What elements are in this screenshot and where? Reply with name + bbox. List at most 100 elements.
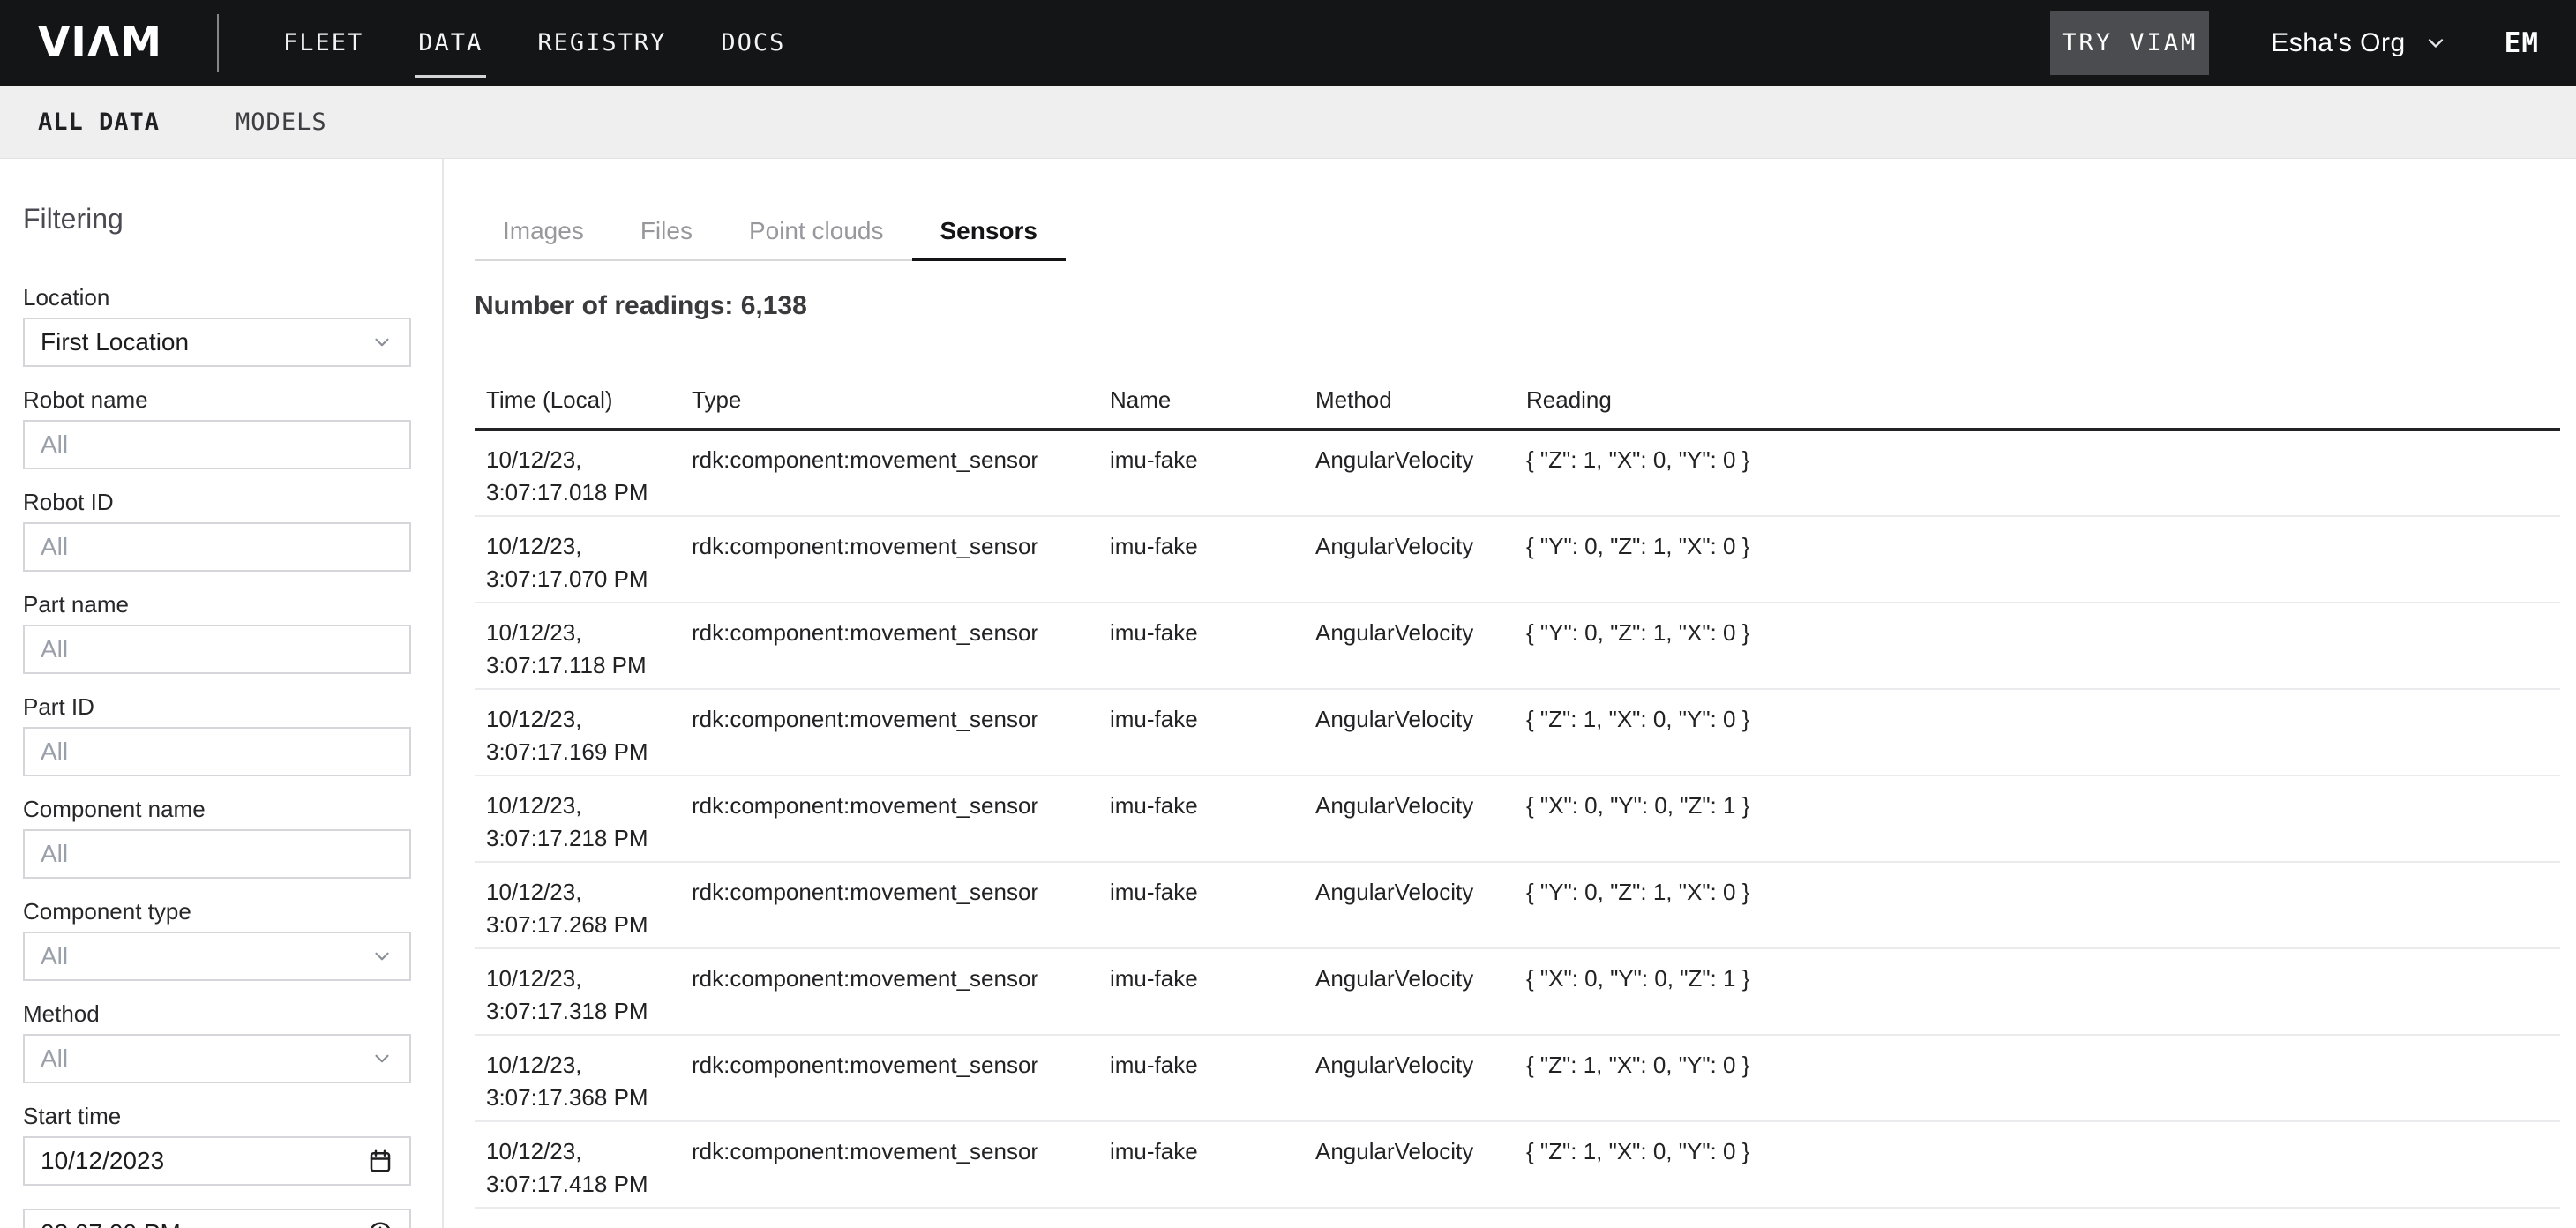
nav-item-registry[interactable]: REGISTRY [537,24,666,62]
data-type-tabs: Images Files Point clouds Sensors [475,191,1066,261]
chevron-down-icon [371,945,393,968]
cell-time: 10/12/23,3:07:17.169 PM [486,703,692,768]
primary-nav: FLEET DATA REGISTRY DOCS [283,24,785,62]
cell-method: AngularVelocity [1315,703,1526,736]
cell-method: AngularVelocity [1315,876,1526,909]
cell-name: imu-fake [1110,790,1315,822]
tab-images[interactable]: Images [475,191,612,259]
calendar-icon[interactable] [367,1148,393,1174]
component-type-label: Component type [23,898,411,925]
table-row: 10/12/23,3:07:17.018 PM rdk:component:mo… [475,431,2560,517]
cell-time: 10/12/23,3:07:17.418 PM [486,1135,692,1201]
robot-name-label: Robot name [23,386,411,413]
org-name: Esha's Org [2271,28,2405,58]
column-header-time: Time (Local) [486,386,692,414]
cell-name: imu-fake [1110,876,1315,909]
org-switcher[interactable]: Esha's Org [2271,28,2447,58]
start-time-label: Start time [23,1103,411,1129]
filter-group-part-name: Part name [23,591,411,674]
tab-models[interactable]: MODELS [236,109,327,136]
nav-item-docs[interactable]: DOCS [721,24,785,62]
cell-time: 10/12/23,3:07:17.318 PM [486,962,692,1028]
table-row: 10/12/23,3:07:17.268 PM rdk:component:mo… [475,863,2560,949]
robot-id-label: Robot ID [23,489,411,515]
component-name-input[interactable] [23,829,411,879]
cell-method: AngularVelocity [1315,1049,1526,1082]
tab-all-data[interactable]: ALL DATA [38,109,160,136]
cell-method: AngularVelocity [1315,444,1526,476]
cell-reading: { "X": 0, "Y": 0, "Z": 1 } [1526,790,2560,822]
filter-group-robot-name: Robot name [23,386,411,469]
cell-type: rdk:component:movement_sensor [692,1049,1110,1082]
cell-name: imu-fake [1110,617,1315,649]
method-select[interactable]: All [23,1034,411,1083]
table-row: 10/12/23,3:07:17.118 PM rdk:component:mo… [475,603,2560,690]
cell-method: AngularVelocity [1315,1135,1526,1168]
tab-sensors[interactable]: Sensors [912,191,1067,259]
cell-name: imu-fake [1110,530,1315,563]
filter-group-method: Method All [23,1000,411,1083]
start-date-input[interactable]: 10/12/2023 [23,1136,411,1186]
cell-type: rdk:component:movement_sensor [692,444,1110,476]
sub-nav: ALL DATA MODELS [0,86,2576,159]
robot-name-input[interactable] [23,420,411,469]
content: Filtering Location First Location Robot … [0,159,2576,1228]
avatar[interactable]: EM [2505,27,2539,59]
readings-count: Number of readings: 6,138 [475,291,2560,321]
cell-time: 10/12/23,3:07:17.070 PM [486,530,692,595]
table-row: 10/12/23,3:07:17.218 PM rdk:component:mo… [475,776,2560,863]
location-select[interactable]: First Location [23,318,411,367]
filter-group-component-name: Component name [23,796,411,879]
cell-type: rdk:component:movement_sensor [692,530,1110,563]
cell-type: rdk:component:movement_sensor [692,876,1110,909]
cell-name: imu-fake [1110,962,1315,995]
cell-reading: { "Z": 1, "X": 0, "Y": 0 } [1526,703,2560,736]
column-header-reading: Reading [1526,386,2560,414]
cell-method: AngularVelocity [1315,962,1526,995]
table-row: 10/12/23,3:07:17.418 PM rdk:component:mo… [475,1122,2560,1209]
cell-name: imu-fake [1110,1049,1315,1082]
cell-type: rdk:component:movement_sensor [692,962,1110,995]
nav-item-fleet[interactable]: FLEET [283,24,363,62]
filter-title: Filtering [23,201,411,236]
robot-id-input[interactable] [23,522,411,572]
cell-reading: { "Z": 1, "X": 0, "Y": 0 } [1526,1049,2560,1082]
filter-group-component-type: Component type All [23,898,411,981]
component-type-select[interactable]: All [23,932,411,981]
method-label: Method [23,1000,411,1027]
method-value: All [41,1045,371,1073]
chevron-down-icon [371,331,393,354]
cell-name: imu-fake [1110,444,1315,476]
chevron-down-icon [2423,31,2448,56]
part-name-input[interactable] [23,625,411,674]
data-panel: Images Files Point clouds Sensors Number… [444,159,2576,1228]
tab-files[interactable]: Files [612,191,721,259]
table-row: 10/12/23,3:07:17.318 PM rdk:component:mo… [475,949,2560,1036]
cell-time: 10/12/23,3:07:17.218 PM [486,790,692,855]
filter-group-location: Location First Location [23,284,411,367]
filter-group-part-id: Part ID [23,693,411,776]
cell-reading: { "Y": 0, "Z": 1, "X": 0 } [1526,530,2560,563]
cell-reading: { "Z": 1, "X": 0, "Y": 0 } [1526,444,2560,476]
cell-time: 10/12/23,3:07:17.268 PM [486,876,692,941]
start-time-input[interactable]: 03:07:00 PM [23,1209,411,1228]
part-name-label: Part name [23,591,411,618]
component-type-value: All [41,942,371,970]
clock-icon[interactable] [367,1220,393,1228]
cell-type: rdk:component:movement_sensor [692,617,1110,649]
cell-reading: { "Z": 1, "X": 0, "Y": 0 } [1526,1135,2560,1168]
cell-time: 10/12/23,3:07:17.368 PM [486,1049,692,1114]
table-row: 10/12/23,3:07:17.368 PM rdk:component:mo… [475,1036,2560,1122]
cell-name: imu-fake [1110,703,1315,736]
nav-divider [217,14,219,72]
try-viam-button[interactable]: TRY VIAM [2050,11,2209,75]
part-id-label: Part ID [23,693,411,720]
tab-point-clouds[interactable]: Point clouds [721,191,912,259]
part-id-input[interactable] [23,727,411,776]
chevron-down-icon [371,1047,393,1070]
filter-group-robot-id: Robot ID [23,489,411,572]
nav-item-data[interactable]: DATA [418,24,483,62]
viam-logo[interactable]: VIΛM [38,19,162,67]
location-value: First Location [41,328,371,356]
table-header: Time (Local) Type Name Method Reading [475,386,2560,431]
